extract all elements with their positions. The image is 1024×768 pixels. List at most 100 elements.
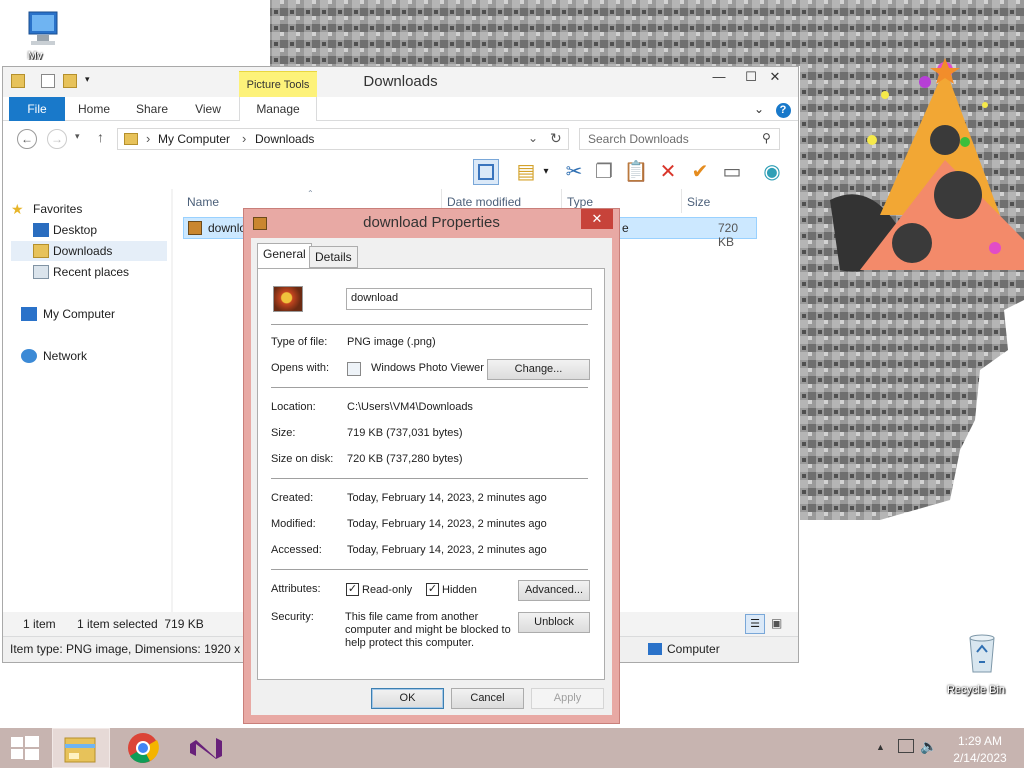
check-icon[interactable]: ✔ <box>687 159 713 185</box>
ok-button[interactable]: OK <box>371 688 444 709</box>
forward-button[interactable]: → <box>47 129 67 149</box>
accessed-value: Today, February 14, 2023, 2 minutes ago <box>347 544 547 556</box>
globe-icon[interactable]: ◉ <box>759 159 785 185</box>
paste-icon[interactable]: 📋 <box>623 159 649 185</box>
recycle-bin-icon <box>969 634 995 673</box>
change-button[interactable]: Change... <box>487 359 590 380</box>
cut-icon[interactable]: ✂ <box>561 159 587 185</box>
filename-field[interactable]: download <box>346 288 592 310</box>
my-computer-desktop-icon[interactable]: My Computer <box>5 8 77 60</box>
column-name[interactable]: Name <box>187 195 219 209</box>
tab-file[interactable]: File <box>9 97 65 121</box>
size-label: Size: <box>271 427 296 439</box>
ribbon-expand-icon[interactable]: ⌄ <box>749 97 769 121</box>
dialog-title: download Properties <box>363 214 500 231</box>
address-bar[interactable]: › My Computer › Downloads ⌄ ↻ <box>117 128 569 150</box>
windows-logo-icon <box>11 736 39 760</box>
cancel-button[interactable]: Cancel <box>451 688 524 709</box>
dialog-body: General Details download Type of file: P… <box>251 238 612 715</box>
my-computer-desktop-label: My Computer <box>27 50 43 60</box>
nav-recent-label: Recent places <box>53 265 130 279</box>
general-panel: download Type of file: PNG image (.png) … <box>257 268 605 680</box>
location-value: C:\Users\VM4\Downloads <box>347 401 473 413</box>
address-dropdown-icon[interactable]: ⌄ <box>528 131 538 145</box>
readonly-label: Read-only <box>362 584 413 596</box>
large-icons-view-icon[interactable]: ▣ <box>771 616 782 630</box>
apply-button[interactable]: Apply <box>531 688 604 709</box>
nav-my-computer[interactable]: My Computer <box>21 304 167 324</box>
breadcrumb-downloads[interactable]: Downloads <box>255 132 314 146</box>
copy-icon[interactable]: ❐ <box>591 159 617 185</box>
recycle-bin-desktop-icon[interactable]: Recycle Bin <box>938 630 1010 696</box>
close-button[interactable]: ✕ <box>755 67 795 87</box>
column-date-modified[interactable]: Date modified <box>447 195 521 209</box>
clock-time[interactable]: 1:29 AM <box>944 734 1016 748</box>
back-button[interactable]: ← <box>17 129 37 149</box>
tab-general[interactable]: General <box>257 243 312 268</box>
tab-view[interactable]: View <box>185 97 231 121</box>
tab-details[interactable]: Details <box>309 246 358 268</box>
show-hidden-icons-icon[interactable]: ▲ <box>876 742 885 752</box>
nav-favorites[interactable]: ★ Favorites <box>11 199 167 219</box>
nav-desktop[interactable]: Desktop <box>23 220 167 240</box>
tab-manage[interactable]: Manage <box>239 97 317 121</box>
taskbar: ▲ 🔈 1:29 AM 2/14/2023 <box>0 728 1024 768</box>
recent-places-icon <box>33 265 49 279</box>
search-box[interactable]: Search Downloads ⚲ <box>579 128 780 150</box>
start-button[interactable] <box>0 728 58 768</box>
security-text-line1: This file came from another <box>345 611 479 623</box>
details-view-icon[interactable]: ☰ <box>745 614 765 634</box>
recycle-bin-desktop-label: Recycle Bin <box>946 684 1006 696</box>
address-separator-icon: › <box>146 131 151 146</box>
preview-pane-icon[interactable] <box>473 159 499 185</box>
unblock-button[interactable]: Unblock <box>518 612 590 633</box>
column-size[interactable]: Size <box>687 195 710 209</box>
rename-icon[interactable]: ▭ <box>719 159 745 185</box>
search-input[interactable]: Search Downloads <box>588 132 689 146</box>
help-icon[interactable]: ? <box>773 97 793 121</box>
details-text: Item type: PNG image, Dimensions: 1920 x… <box>10 642 257 656</box>
png-file-icon <box>188 221 202 235</box>
readonly-checkbox[interactable]: ✓ <box>346 583 359 596</box>
volume-icon[interactable]: 🔈 <box>920 738 937 755</box>
recent-locations-chevron-icon[interactable]: ▾ <box>75 131 80 142</box>
nav-desktop-label: Desktop <box>53 223 98 237</box>
file-type: e <box>622 221 629 235</box>
minimize-button[interactable]: — <box>703 67 735 87</box>
delete-icon[interactable]: ✕ <box>655 159 681 185</box>
desktop-icon <box>33 223 49 237</box>
hidden-label: Hidden <box>442 584 477 596</box>
size-on-disk-value: 720 KB (737,280 bytes) <box>347 453 463 465</box>
network-tray-icon[interactable] <box>898 739 914 753</box>
dropdown-chevron-icon[interactable]: ▾ <box>539 159 553 185</box>
folder-icon <box>124 133 138 145</box>
column-type[interactable]: Type <box>567 195 593 209</box>
breadcrumb-my-computer[interactable]: My Computer <box>158 132 230 146</box>
refresh-icon[interactable]: ↻ <box>550 130 562 147</box>
taskbar-chrome[interactable] <box>114 728 172 768</box>
divider <box>271 324 588 325</box>
tab-home[interactable]: Home <box>71 97 117 121</box>
navigation-pane: ★ Favorites Desktop Downloads Recent pla… <box>3 189 171 629</box>
attributes-label: Attributes: <box>271 583 321 595</box>
hidden-checkbox[interactable]: ✓ <box>426 583 439 596</box>
nav-recent-places[interactable]: Recent places <box>23 262 167 282</box>
advanced-button[interactable]: Advanced... <box>518 580 590 601</box>
taskbar-visual-studio[interactable] <box>176 728 234 768</box>
file-name[interactable]: downlo <box>208 221 246 235</box>
properties-folder-icon[interactable]: ▤ <box>513 159 539 185</box>
clock-date[interactable]: 2/14/2023 <box>944 751 1016 765</box>
tab-share[interactable]: Share <box>129 97 175 121</box>
accessed-label: Accessed: <box>271 544 322 556</box>
divider <box>271 387 588 388</box>
search-icon[interactable]: ⚲ <box>762 131 771 145</box>
type-value: PNG image (.png) <box>347 336 436 348</box>
nav-network[interactable]: Network <box>21 346 167 366</box>
taskbar-file-explorer[interactable] <box>52 728 110 768</box>
nav-downloads[interactable]: Downloads <box>11 241 167 261</box>
up-button[interactable]: ↑ <box>97 129 104 145</box>
created-value: Today, February 14, 2023, 2 minutes ago <box>347 492 547 504</box>
dialog-close-button[interactable]: ✕ <box>581 209 613 229</box>
file-size: 720 KB <box>718 221 739 249</box>
opens-with-value: Windows Photo Viewer <box>371 362 484 374</box>
